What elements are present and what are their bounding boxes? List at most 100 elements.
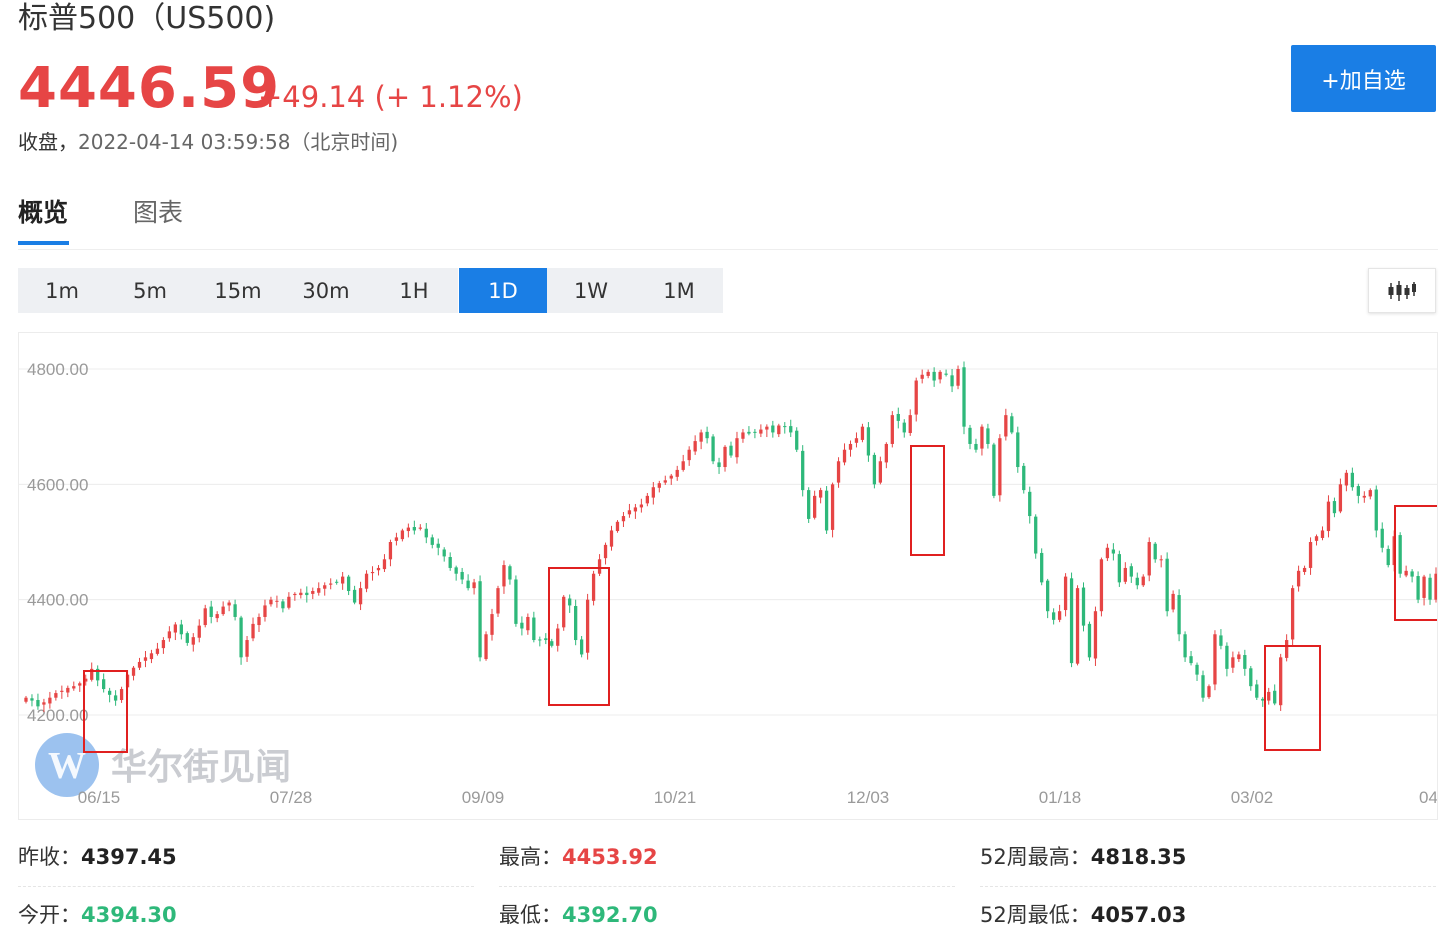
candle-body xyxy=(490,614,494,635)
candle-body xyxy=(436,543,440,548)
candle xyxy=(1171,590,1175,613)
candle xyxy=(1344,469,1349,492)
candle-body xyxy=(227,602,231,606)
candle xyxy=(783,422,787,434)
candle-body xyxy=(675,469,679,477)
candle-body xyxy=(520,622,524,629)
candle xyxy=(167,626,172,642)
period-30m-button[interactable]: 30m xyxy=(282,268,370,313)
candle-body xyxy=(1314,536,1319,541)
candle xyxy=(1207,684,1211,699)
candle-body xyxy=(1016,432,1020,468)
candle xyxy=(609,525,614,551)
candle xyxy=(1069,572,1074,668)
candle xyxy=(741,428,745,443)
chart-type-button[interactable] xyxy=(1368,268,1436,313)
candle xyxy=(968,424,972,450)
candle xyxy=(615,520,620,533)
candle-body xyxy=(1010,416,1014,433)
candle xyxy=(621,512,626,528)
candle-body xyxy=(143,657,148,661)
candle xyxy=(119,686,124,703)
period-5m-button[interactable]: 5m xyxy=(106,268,194,313)
candle-body xyxy=(1057,611,1062,620)
price-chart[interactable]: 4800.00 4600.00 4400.00 4200.00 W 华尔街见闻 06/15 0… xyxy=(18,332,1438,820)
candle xyxy=(113,690,118,706)
candle-body xyxy=(1362,495,1366,498)
candle-body xyxy=(1231,657,1235,668)
x-tick-label: 04/1 xyxy=(1419,788,1438,807)
candle xyxy=(502,560,506,594)
candle xyxy=(992,442,996,499)
candle xyxy=(830,482,835,538)
stat-open-label: 今开： xyxy=(18,903,81,927)
candle-body xyxy=(645,495,649,504)
candle xyxy=(1332,497,1337,518)
candle xyxy=(860,423,865,443)
candle xyxy=(920,369,924,384)
candle-body xyxy=(723,446,727,468)
stat-prev-close-label: 昨收： xyxy=(18,845,81,869)
candle-body xyxy=(1326,501,1331,532)
candle-body xyxy=(257,616,261,626)
stat-low-label: 最低： xyxy=(499,903,562,927)
period-1w-button[interactable]: 1W xyxy=(547,268,635,313)
candle xyxy=(579,635,584,658)
candle-body xyxy=(681,461,685,470)
period-1m-button[interactable]: 1m xyxy=(18,268,106,313)
candle-body xyxy=(1040,552,1044,583)
candle-body xyxy=(370,571,375,574)
candle-body xyxy=(484,634,488,660)
candle xyxy=(986,423,990,449)
candle xyxy=(1040,548,1044,586)
candle-body xyxy=(1087,623,1092,658)
candle-body xyxy=(418,527,422,529)
candle xyxy=(848,440,853,457)
candle-body xyxy=(669,475,673,479)
candle xyxy=(777,423,781,438)
candle xyxy=(681,454,685,472)
period-1mo-button[interactable]: 1M xyxy=(635,268,723,313)
candle xyxy=(884,442,888,469)
candle-body xyxy=(335,581,339,583)
tab-chart[interactable]: 图表 xyxy=(133,192,183,234)
candle xyxy=(418,524,422,531)
candle-body xyxy=(215,614,219,619)
candle-body xyxy=(1105,547,1110,559)
candle xyxy=(430,534,434,549)
period-15m-button[interactable]: 15m xyxy=(194,268,282,313)
tab-overview[interactable]: 概览 xyxy=(18,192,68,234)
candle xyxy=(1290,585,1295,647)
candle xyxy=(311,587,315,600)
candle-body xyxy=(603,544,608,559)
candle xyxy=(693,435,697,455)
candle-body xyxy=(239,617,243,658)
candle-body xyxy=(830,484,835,530)
candle xyxy=(1237,651,1241,662)
candle xyxy=(526,613,530,635)
candle-body xyxy=(579,639,584,655)
candle-body xyxy=(968,427,972,444)
candle xyxy=(269,596,273,607)
candle xyxy=(1075,585,1080,666)
candle-body xyxy=(269,599,273,605)
candle xyxy=(1081,582,1086,632)
candle-body xyxy=(514,579,518,624)
candle-body xyxy=(771,425,775,433)
candlestick-chart[interactable]: 4800.00 4600.00 4400.00 4200.00 W 华尔街见闻06/15 0… xyxy=(19,333,1438,820)
candle-body xyxy=(341,576,345,584)
period-1d-button[interactable]: 1D xyxy=(459,268,547,313)
candle-body xyxy=(30,698,34,701)
candle xyxy=(1135,572,1139,590)
candle-body xyxy=(747,431,751,434)
candle xyxy=(257,613,261,632)
candle-body xyxy=(896,413,900,421)
candle xyxy=(376,565,381,576)
candle xyxy=(950,369,954,393)
period-1h-button[interactable]: 1H xyxy=(370,268,458,313)
add-to-watchlist-button[interactable]: +加自选 xyxy=(1291,45,1436,112)
candle xyxy=(669,473,673,485)
candle xyxy=(72,681,76,691)
candle xyxy=(107,687,112,703)
candle xyxy=(1231,651,1235,673)
